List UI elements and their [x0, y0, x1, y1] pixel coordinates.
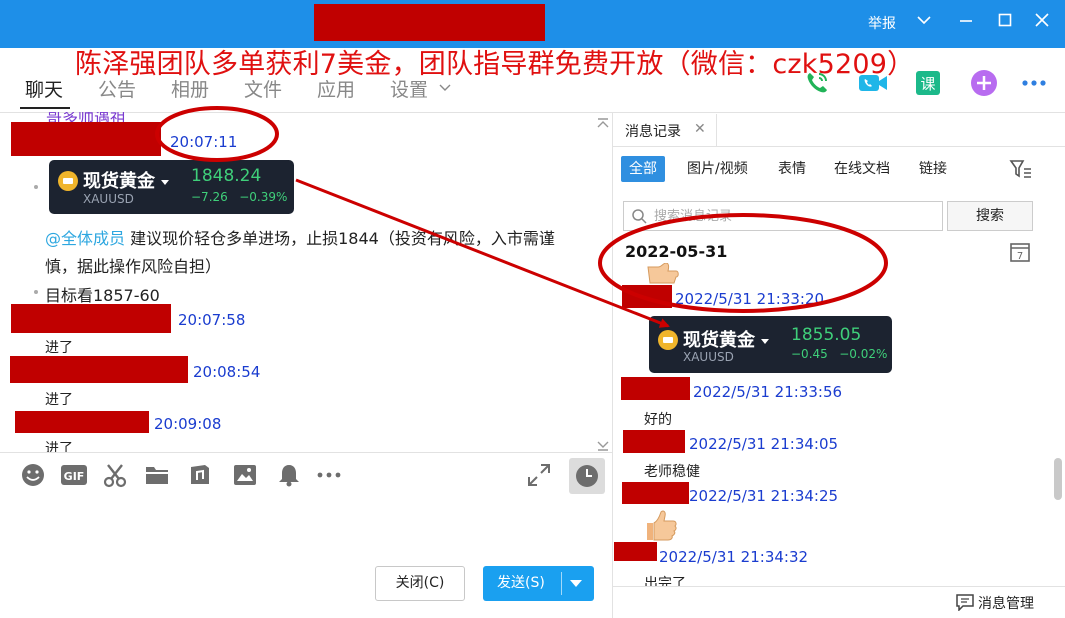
annotation-ellipse-right: [598, 213, 888, 313]
annotation-arrow: [295, 178, 670, 328]
chat-window: 举报 陈泽强团队多单获利7美金，团队指导群免费开放（微信：czk5209） 聊天…: [0, 0, 1065, 618]
annotation-overlay: [155, 106, 888, 328]
annotation-ellipse-left: [155, 106, 279, 162]
